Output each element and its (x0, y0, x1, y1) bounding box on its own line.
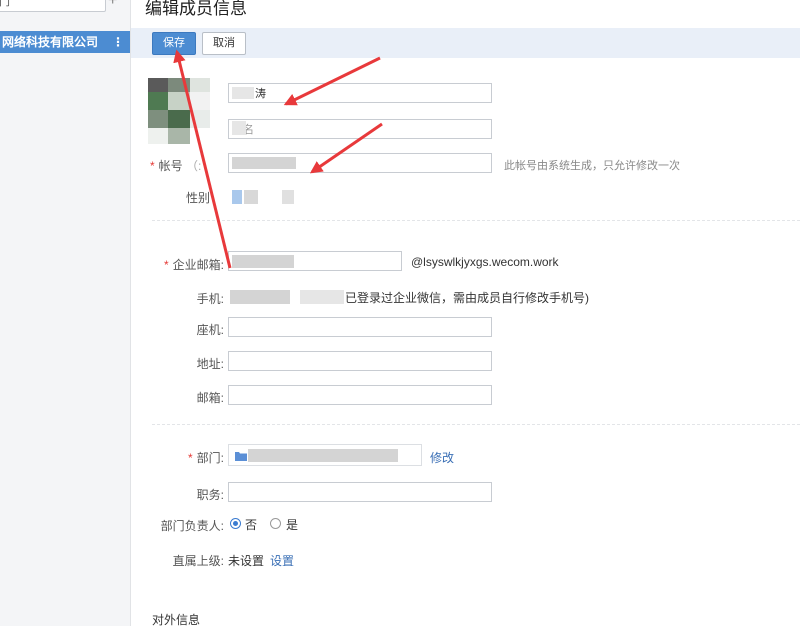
account-redaction (232, 157, 296, 169)
account-label: * 帐号 （: (150, 159, 202, 173)
position-label: 职务: (196, 488, 224, 502)
enterprise-email-label: * 企业邮箱: (163, 258, 224, 272)
phone-label: 座机: (196, 323, 224, 337)
leader-no-label: 否 (245, 518, 258, 532)
position-input[interactable] (228, 482, 492, 502)
gender-redaction (232, 190, 242, 204)
gender-redaction-3 (282, 190, 294, 204)
mobile-redaction (230, 290, 290, 304)
mobile-hint: 已登录过企业微信，需由成员自行修改手机号) (345, 291, 589, 305)
mobile-label: 手机: (196, 292, 224, 306)
address-label: 地址: (196, 357, 224, 371)
sidebar-item-organization[interactable]: 网络科技有限公司 ⋮ (0, 31, 130, 53)
gender-label: 性别 (185, 191, 210, 205)
department-label: * 部门: (187, 451, 224, 465)
account-hint: 此帐号由系统生成，只允许修改一次 (504, 160, 680, 172)
leader-yes-radio[interactable] (270, 518, 281, 529)
name-value: 涛 (255, 88, 266, 100)
gender-redaction-2 (244, 190, 258, 204)
email-domain: @lsyswlkjyxgs.wecom.work (411, 255, 559, 269)
mail-label: 邮箱: (196, 391, 224, 405)
avatar[interactable] (148, 78, 210, 144)
supervisor-set-link[interactable]: 设置 (270, 552, 294, 569)
organization-name: 网络科技有限公司 (2, 35, 99, 49)
divider (152, 424, 800, 425)
mobile-redaction-2 (300, 290, 344, 304)
page-title: 编辑成员信息 (145, 0, 247, 18)
divider (152, 220, 800, 221)
add-icon[interactable]: + (108, 0, 117, 10)
email-redaction (232, 255, 294, 268)
toolbar: 保存 取消 (131, 28, 800, 58)
more-icon[interactable]: ⋮ (112, 31, 124, 53)
department-redaction (248, 449, 398, 462)
department-edit-link[interactable]: 修改 (430, 449, 454, 466)
name-redaction (232, 87, 254, 99)
sidebar: 门 + 网络科技有限公司 ⋮ (0, 0, 131, 626)
department-leader-label: 部门负责人: (160, 519, 224, 533)
alias-input[interactable]: 名 (228, 119, 492, 139)
external-info-heading: 对外信息 (152, 613, 201, 627)
leader-no-radio[interactable] (230, 518, 241, 529)
alias-redaction (232, 121, 246, 135)
folder-icon (235, 452, 247, 461)
address-input[interactable] (228, 351, 492, 371)
mail-input[interactable] (228, 385, 492, 405)
name-input[interactable]: 涛 (228, 83, 492, 103)
save-button[interactable]: 保存 (152, 32, 196, 55)
phone-input[interactable] (228, 317, 492, 337)
sidebar-search-input[interactable]: 门 (0, 0, 106, 12)
leader-yes-label: 是 (286, 518, 299, 532)
supervisor-value: 未设置 (228, 554, 265, 568)
supervisor-label: 直属上级: (172, 554, 224, 568)
cancel-button[interactable]: 取消 (202, 32, 246, 55)
